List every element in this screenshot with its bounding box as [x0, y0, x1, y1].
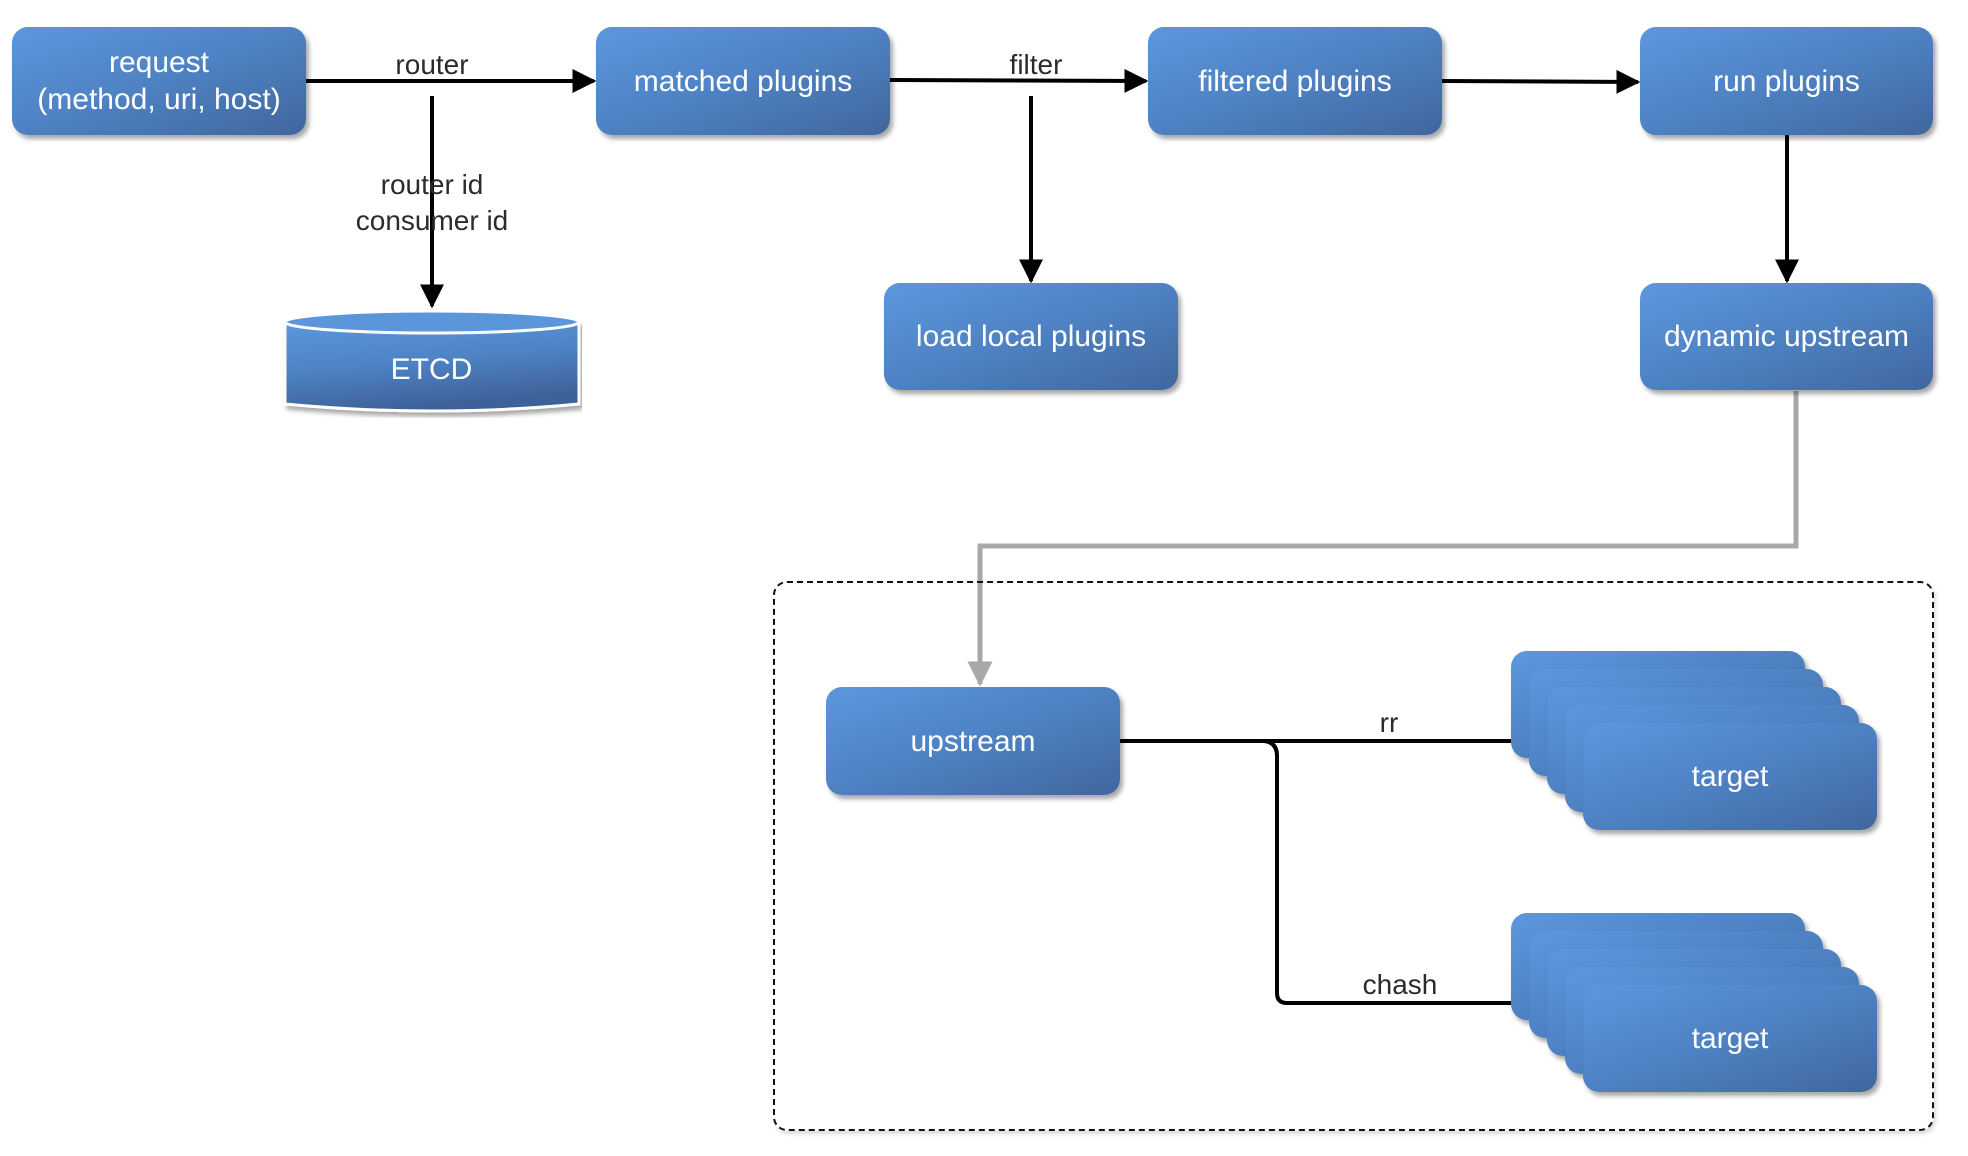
node-load-local-plugins-label: load local plugins	[915, 320, 1147, 353]
target-chash-label: target	[1691, 1021, 1769, 1055]
target-card-front: target	[1583, 723, 1877, 830]
edge-label-rr: rr	[1379, 707, 1399, 738]
edge-label-router-id: router id	[380, 169, 484, 200]
node-request-line-1: request	[108, 46, 210, 79]
node-upstream-label: upstream	[910, 724, 1036, 758]
node-filtered-plugins-label: filtered plugins	[1198, 64, 1392, 98]
node-request-line-2: (method, uri, host)	[37, 83, 281, 116]
edge-label-router: router	[395, 49, 469, 80]
node-run-plugins[interactable]: run plugins	[1640, 27, 1933, 135]
node-etcd-label: ETCD	[390, 353, 473, 386]
target-rr-label: target	[1691, 759, 1769, 793]
node-run-plugins-label: run plugins	[1713, 64, 1860, 98]
diagram-canvas: request (method, uri, host) matched plug…	[0, 0, 1968, 1156]
node-request[interactable]: request (method, uri, host)	[12, 27, 306, 135]
node-matched-plugins-label: matched plugins	[633, 64, 853, 98]
edge-label-filter: filter	[1009, 49, 1063, 80]
node-upstream[interactable]: upstream	[826, 687, 1120, 795]
node-load-local-plugins[interactable]: load local plugins	[884, 283, 1178, 390]
node-filtered-plugins[interactable]: filtered plugins	[1148, 27, 1442, 135]
node-matched-plugins[interactable]: matched plugins	[596, 27, 890, 135]
edge-filtered-to-run	[1441, 69, 1641, 94]
node-dynamic-upstream-label: dynamic upstream	[1663, 320, 1910, 353]
edge-label-chash: chash	[1362, 969, 1438, 1000]
edge-label-consumer-id: consumer id	[355, 205, 509, 236]
node-dynamic-upstream[interactable]: dynamic upstream	[1640, 283, 1933, 390]
target-card-front: target	[1583, 985, 1877, 1092]
